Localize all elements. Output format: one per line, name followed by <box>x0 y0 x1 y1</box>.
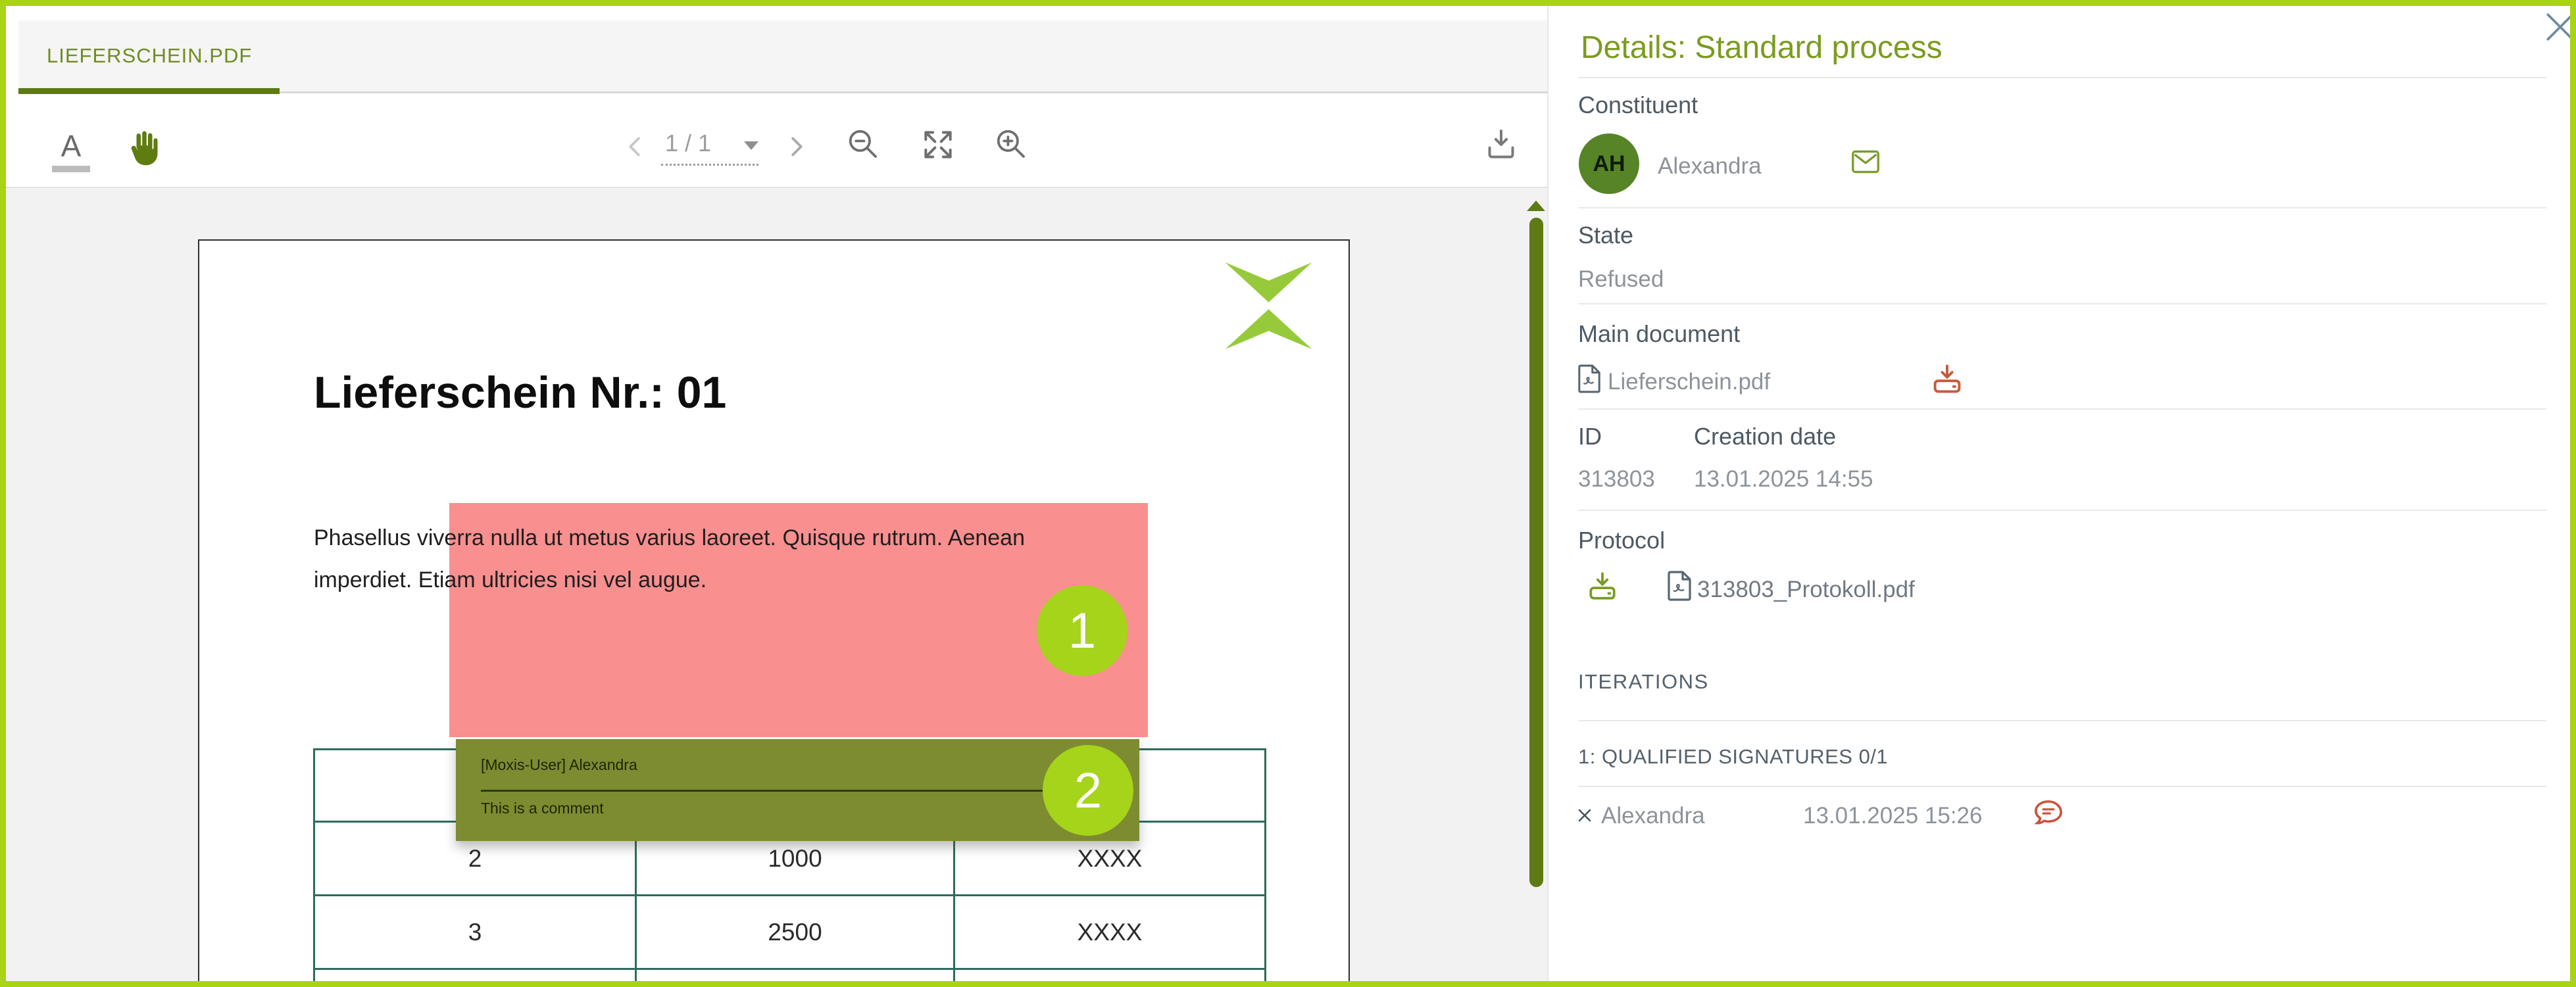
protocol-file-link[interactable]: 313803_Protokoll.pdf <box>1697 577 1915 603</box>
previous-page-button[interactable] <box>620 130 651 164</box>
close-icon <box>2542 9 2570 45</box>
zoom-out-button[interactable] <box>845 126 882 164</box>
tab-bar: LIEFERSCHEIN.PDF <box>18 20 1547 93</box>
id-heading: ID <box>1578 423 1602 450</box>
divider <box>1578 207 2546 208</box>
divider <box>1578 303 2546 304</box>
table-row: 3 2500 XXXX <box>314 896 1266 969</box>
paragraph-line: Phasellus viverra nulla ut metus varius … <box>314 517 1189 559</box>
comment-divider <box>481 790 1113 792</box>
app-frame: LIEFERSCHEIN.PDF A 1 / 1 <box>0 0 2576 987</box>
mail-icon <box>1851 149 1880 174</box>
zoom-in-button[interactable] <box>993 126 1030 164</box>
table-cell: 3 <box>314 896 636 969</box>
magnifier-plus-icon <box>994 126 1029 163</box>
annotation-badge-2[interactable]: 2 <box>1043 745 1133 836</box>
divider <box>1578 510 2546 511</box>
main-document-link[interactable]: Lieferschein.pdf <box>1608 369 1770 395</box>
constituent-name: Alexandra <box>1658 153 1762 180</box>
download-tray-icon <box>1930 362 1964 397</box>
document-paragraph: Phasellus viverra nulla ut metus varius … <box>314 517 1189 601</box>
active-tab-indicator <box>18 88 280 94</box>
expand-arrows-icon <box>919 126 957 163</box>
table-cell <box>636 969 954 982</box>
download-icon <box>1483 126 1520 163</box>
divider <box>1578 408 2546 410</box>
annotation-badge-1[interactable]: 1 <box>1037 585 1127 676</box>
id-value: 313803 <box>1578 466 1655 493</box>
text-tool-underline <box>52 166 90 172</box>
protocol-heading: Protocol <box>1578 527 1665 554</box>
table-cell <box>314 969 636 982</box>
chevron-right-icon <box>781 130 811 164</box>
table-cell: 2500 <box>636 896 954 969</box>
divider <box>1578 720 2546 721</box>
main-document-heading: Main document <box>1578 320 1740 348</box>
refused-x-icon <box>1575 806 1595 829</box>
creation-date-value: 13.01.2025 14:55 <box>1694 466 1873 493</box>
creation-date-heading: Creation date <box>1694 423 1836 450</box>
pdf-file-icon <box>1666 570 1693 605</box>
pdf-file-icon <box>1577 364 1602 397</box>
details-panel: Details: Standard process Constituent AH… <box>1550 6 2570 981</box>
text-tool-icon: A <box>61 130 82 162</box>
speech-bubble-icon <box>2030 796 2067 832</box>
scrollbar-up-arrow[interactable] <box>1527 201 1545 211</box>
pdf-viewer-panel: LIEFERSCHEIN.PDF A 1 / 1 <box>6 6 1548 981</box>
viewer-header: LIEFERSCHEIN.PDF A 1 / 1 <box>6 6 1547 188</box>
tab-label: LIEFERSCHEIN.PDF <box>47 44 252 68</box>
page-number-label: 1 / 1 <box>665 130 711 157</box>
constituent-heading: Constituent <box>1578 91 1698 119</box>
page-indicator-dotted-underline <box>661 164 758 166</box>
chevron-left-icon <box>620 130 651 164</box>
scrollbar-thumb[interactable] <box>1529 218 1543 887</box>
magnifier-minus-icon <box>846 126 881 163</box>
close-button[interactable] <box>2542 9 2570 45</box>
comment-annotation[interactable]: [Moxis-User] Alexandra This is a comment <box>456 739 1139 841</box>
text-annotation-tool-button[interactable]: A <box>48 123 94 180</box>
details-title: Details: Standard process <box>1581 30 1943 66</box>
divider <box>1578 77 2546 78</box>
state-heading: State <box>1578 222 1633 249</box>
download-document-button[interactable] <box>1482 126 1520 164</box>
download-main-document-button[interactable] <box>1930 362 1964 400</box>
download-tray-icon <box>1586 570 1619 603</box>
pdf-page: Lieferschein Nr.: 01 Phasellus viverra n… <box>198 239 1350 981</box>
pan-tool-button[interactable] <box>119 118 165 178</box>
avatar: AH <box>1579 133 1639 194</box>
next-page-button[interactable] <box>781 130 811 164</box>
hand-icon <box>122 126 162 170</box>
iteration-timestamp: 13.01.2025 15:26 <box>1803 803 1982 829</box>
brand-logo-icon <box>1218 262 1320 349</box>
iteration-group-label: 1: QUALIFIED SIGNATURES 0/1 <box>1578 745 1888 769</box>
table-cell <box>954 969 1266 982</box>
iteration-signer-name: Alexandra <box>1601 803 1705 829</box>
comment-indicator-button[interactable] <box>2030 796 2067 835</box>
fit-to-screen-button[interactable] <box>918 126 958 164</box>
tab-lieferschein-pdf[interactable]: LIEFERSCHEIN.PDF <box>18 20 282 91</box>
iterations-heading: ITERATIONS <box>1578 670 1709 694</box>
caret-down-icon <box>744 141 758 150</box>
comment-author: [Moxis-User] Alexandra <box>481 756 1113 774</box>
table-row <box>314 969 1266 982</box>
download-protocol-button[interactable] <box>1586 570 1619 606</box>
email-button[interactable] <box>1851 149 1880 178</box>
table-cell: XXXX <box>954 896 1266 969</box>
divider <box>1578 786 2546 787</box>
document-title: Lieferschein Nr.: 01 <box>314 367 726 418</box>
comment-text: This is a comment <box>481 800 1113 817</box>
state-value: Refused <box>1578 266 1664 293</box>
